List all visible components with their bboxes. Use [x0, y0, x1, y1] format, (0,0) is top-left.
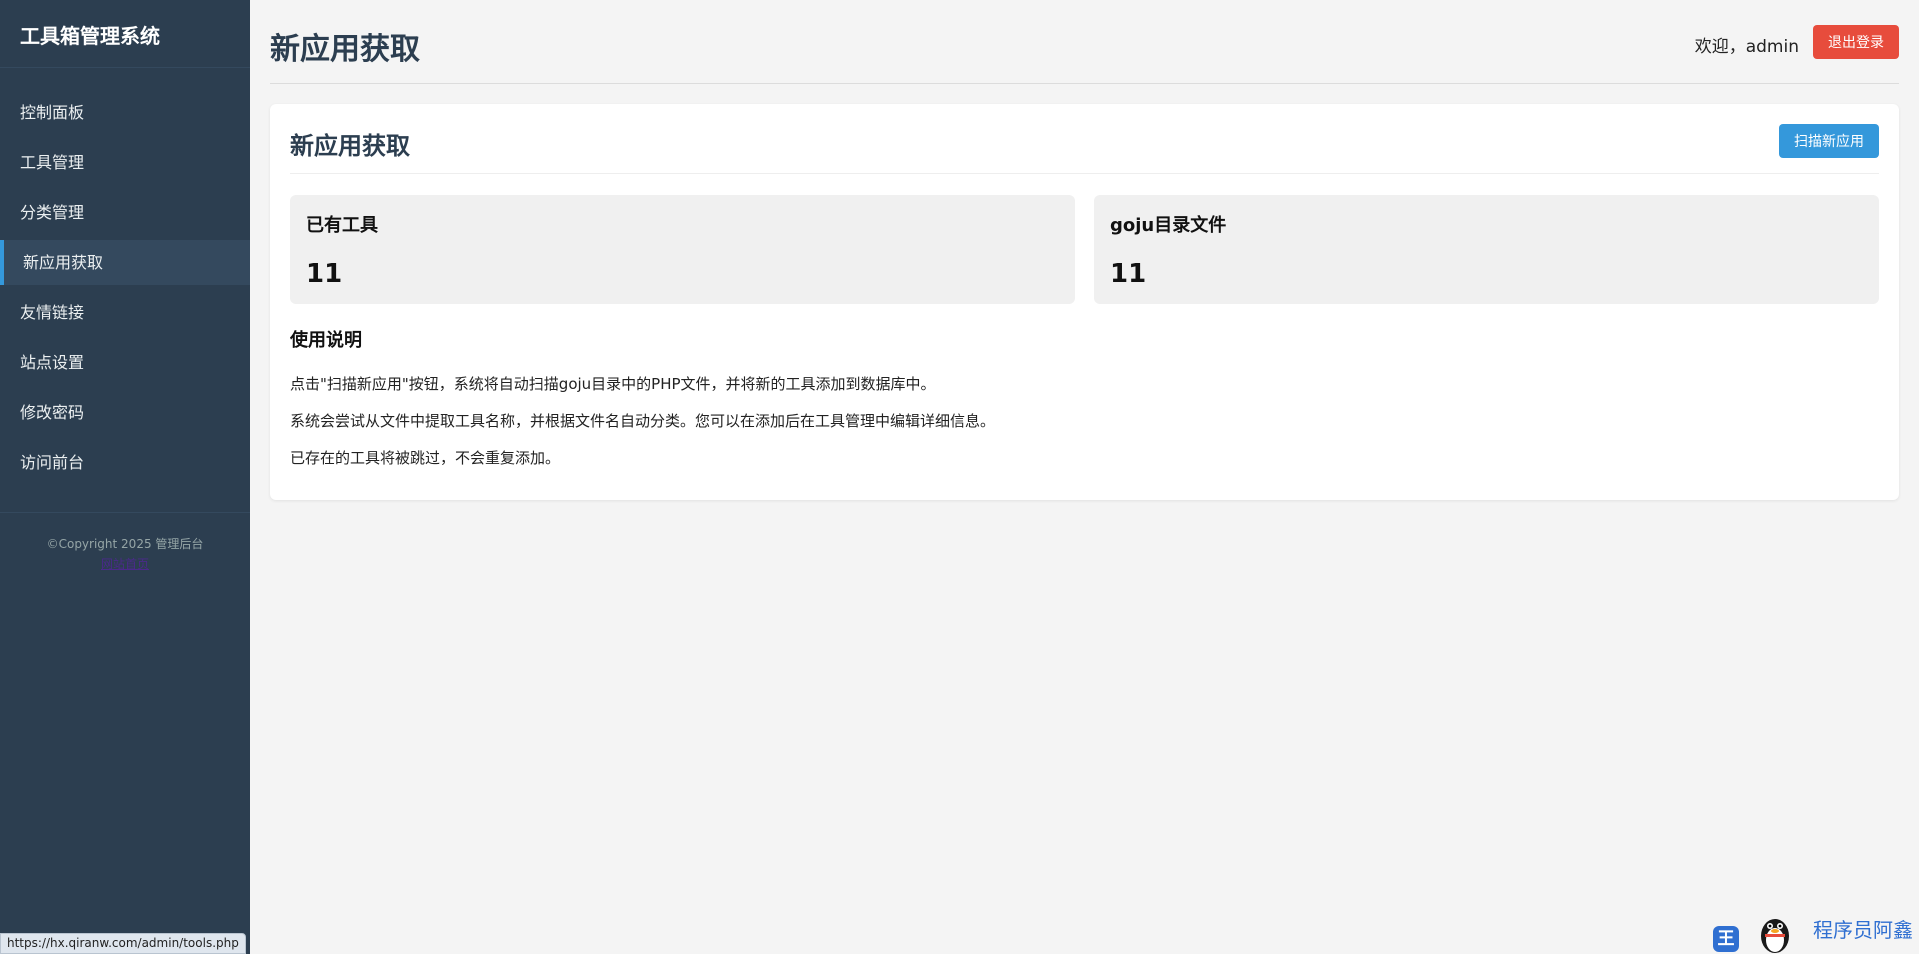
sidebar-nav: 控制面板 工具管理 分类管理 新应用获取 友情链接 站点设置 修改密码 访问前台 [0, 90, 250, 485]
footer-home-link[interactable]: 网站首页 [101, 557, 149, 571]
watermark: 王 程序员阿鑫 [1713, 910, 1913, 954]
sidebar: 工具箱管理系统 控制面板 工具管理 分类管理 新应用获取 友情链接 站点设置 修… [0, 0, 250, 954]
usage-title: 使用说明 [290, 330, 362, 351]
sidebar-item-categories[interactable]: 分类管理 [0, 190, 250, 235]
sidebar-item-visit-frontend[interactable]: 访问前台 [0, 440, 250, 485]
stat-label: 已有工具 [306, 215, 378, 236]
topbar: 新应用获取 欢迎，admin 退出登录 [270, 0, 1899, 84]
sidebar-item-new-apps[interactable]: 新应用获取 [0, 240, 250, 285]
new-app-card: 新应用获取 扫描新应用 已有工具 11 goju目录文件 11 使用说明 点击"… [270, 104, 1899, 500]
penguin-icon [1761, 919, 1789, 953]
main-area: 新应用获取 欢迎，admin 退出登录 新应用获取 扫描新应用 已有工具 11 … [250, 0, 1919, 954]
card-header: 新应用获取 扫描新应用 [290, 104, 1879, 174]
stat-value: 11 [1110, 259, 1147, 289]
stat-value: 11 [306, 259, 343, 289]
stat-label: goju目录文件 [1110, 215, 1227, 236]
brand-title: 工具箱管理系统 [0, 0, 250, 68]
watermark-badge-icon: 王 [1713, 926, 1739, 952]
welcome-text: 欢迎，admin [1694, 37, 1799, 57]
sidebar-item-friend-links[interactable]: 友情链接 [0, 290, 250, 335]
logout-button[interactable]: 退出登录 [1813, 25, 1899, 59]
sidebar-item-tools[interactable]: 工具管理 [0, 140, 250, 185]
sidebar-item-site-settings[interactable]: 站点设置 [0, 340, 250, 385]
usage-line: 已存在的工具将被跳过，不会重复添加。 [290, 449, 561, 467]
sidebar-item-change-password[interactable]: 修改密码 [0, 390, 250, 435]
stat-existing-tools: 已有工具 11 [290, 195, 1075, 304]
page-title: 新应用获取 [270, 32, 420, 67]
sidebar-item-dashboard[interactable]: 控制面板 [0, 90, 250, 135]
usage-line: 点击"扫描新应用"按钮，系统将自动扫描goju目录中的PHP文件，并将新的工具添… [290, 375, 936, 393]
usage-instructions: 使用说明 点击"扫描新应用"按钮，系统将自动扫描goju目录中的PHP文件，并将… [290, 326, 1879, 477]
usage-line: 系统会尝试从文件中提取工具名称，并根据文件名自动分类。您可以在添加后在工具管理中… [290, 412, 996, 430]
browser-status-url: https://hx.qiranw.com/admin/tools.php [0, 933, 246, 954]
stat-goju-files: goju目录文件 11 [1094, 195, 1879, 304]
watermark-text: 程序员阿鑫 [1813, 918, 1913, 942]
card-title: 新应用获取 [290, 132, 410, 160]
scan-new-apps-button[interactable]: 扫描新应用 [1779, 124, 1879, 158]
footer-copyright: ©Copyright 2025 管理后台 [46, 537, 204, 551]
sidebar-footer: ©Copyright 2025 管理后台 网站首页 [0, 512, 250, 574]
